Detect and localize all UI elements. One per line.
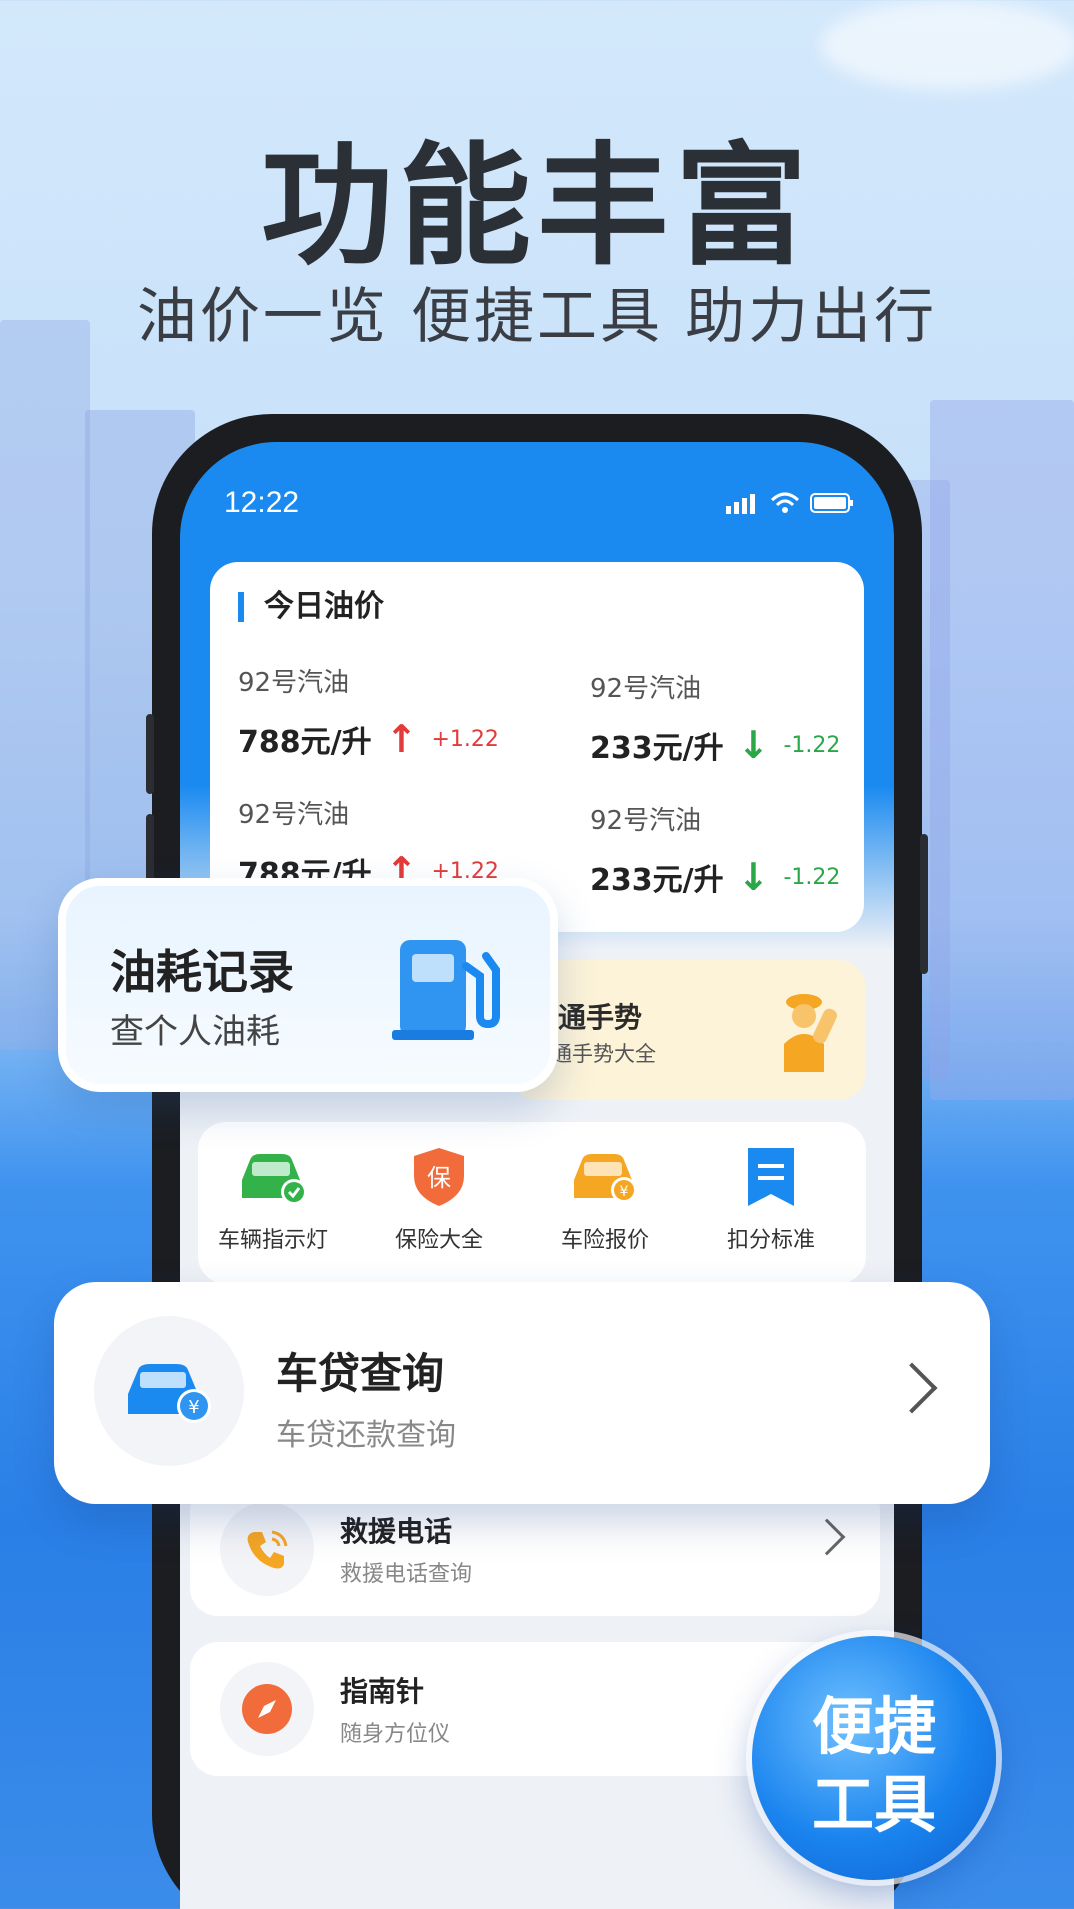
compass-icon [242,1684,292,1734]
tool-label: 车险报价 [560,1228,649,1253]
badge-line-1: 便捷 [811,1690,936,1763]
phone-side-button [146,714,154,794]
list-item-title: 指南针 [340,1675,425,1708]
fuel-record-title: 油耗记录 [110,945,294,999]
signal-icon [726,494,755,514]
car-indicator-icon [242,1154,307,1205]
list-item-subtitle: 随身方位仪 [340,1722,451,1747]
oil-price-value: 788元/升 [238,725,372,760]
oil-price-title: 今日油价 [238,592,384,622]
battery-icon [810,493,853,513]
convenient-tools-badge: 便捷 工具 [752,1636,996,1880]
fuel-record-card[interactable]: 油耗记录 查个人油耗 [58,878,558,1092]
oil-price-value: 233元/升 [590,731,724,766]
status-bar: 12:22 [180,442,894,522]
tool-deduction-standard[interactable]: 扣分标准 [696,1146,846,1254]
traffic-police-icon [784,994,837,1072]
tool-car-indicator[interactable]: 车辆指示灯 [198,1146,348,1254]
oil-price-change: +1.22 [431,726,499,752]
tool-label: 车辆指示灯 [217,1228,328,1253]
svg-text:¥: ¥ [188,1397,199,1418]
oil-price-item[interactable]: 92号汽油 233元/升 ↓ -1.22 [590,800,840,899]
wifi-icon [770,492,800,513]
icon-background [220,1662,314,1756]
list-item-subtitle: 救援电话查询 [340,1562,473,1587]
oil-price-value: 233元/升 [590,863,724,898]
car-loan-card[interactable]: ¥ 车贷查询 车贷还款查询 [54,1282,990,1504]
hero-subtitle: 油价一览 便捷工具 助力出行 [136,282,938,352]
svg-text:保: 保 [427,1164,451,1192]
oil-price-change: -1.22 [783,732,841,758]
car-loan-title: 车贷查询 [276,1349,445,1398]
arrow-down-icon: ↓ [737,723,770,767]
oil-price-card[interactable]: 今日油价 92号汽油 788元/升 ↑ +1.22 92号汽油 233元/升 ↓… [210,562,864,932]
badge-line-2: 工具 [811,1768,936,1841]
arrow-down-icon: ↓ [737,855,770,899]
status-icons [726,492,854,514]
deduction-standard-icon [748,1148,794,1206]
tool-car-insurance-quote[interactable]: ¥ 车险报价 [530,1146,680,1254]
oil-name: 92号汽油 [590,806,702,836]
chevron-right-icon [886,1362,938,1414]
tool-label: 扣分标准 [726,1228,815,1253]
background-cloud [820,0,1074,90]
car-insurance-quote-icon: ¥ [574,1154,637,1203]
tool-label: 保险大全 [394,1228,483,1253]
oil-name: 92号汽油 [238,668,350,698]
car-loan-subtitle: 车贷还款查询 [276,1418,456,1453]
traffic-gestures-card[interactable]: 交通手势 交通手势大全 [510,960,866,1100]
phone-side-button [920,834,928,974]
oil-name: 92号汽油 [238,800,350,830]
chevron-right-icon [808,1518,846,1556]
oil-price-item[interactable]: 92号汽油 233元/升 ↓ -1.22 [590,668,840,767]
car-loan-icon: ¥ [128,1364,211,1423]
insurance-shield-icon: 保 [414,1148,464,1206]
oil-name: 92号汽油 [590,674,702,704]
list-item-title: 救援电话 [340,1515,453,1548]
background-building [930,400,1074,1100]
icon-background [220,1502,314,1596]
icon-background: ¥ [94,1316,244,1466]
arrow-up-icon: ↑ [385,717,418,761]
svg-text:¥: ¥ [620,1184,629,1200]
oil-price-change: -1.22 [783,864,841,890]
phone-icon [247,1530,288,1569]
fuel-pump-icon [392,940,500,1040]
tools-grid: 车辆指示灯 保 保险大全 ¥ 车险报价 扣分标准 [198,1122,866,1284]
tool-insurance[interactable]: 保 保险大全 [364,1146,514,1254]
fuel-record-subtitle: 查个人油耗 [110,1012,280,1052]
oil-price-item[interactable]: 92号汽油 788元/升 ↑ +1.22 [238,662,499,761]
status-time: 12:22 [224,486,300,519]
hero-title: 功能丰富 [261,130,813,284]
